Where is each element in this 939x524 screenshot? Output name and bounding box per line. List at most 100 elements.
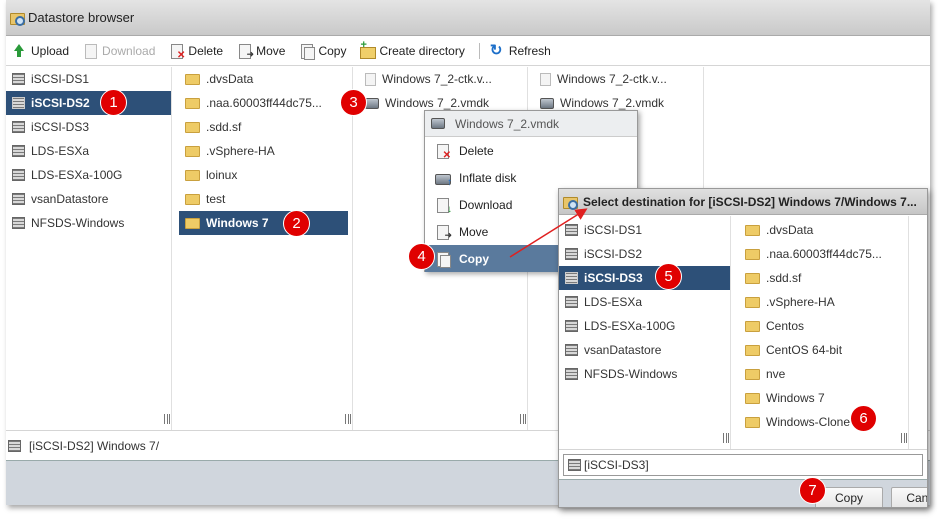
copy-button[interactable]: Copy (299, 43, 346, 60)
datastore-browser-icon (10, 11, 25, 26)
datastore-item-label: iSCSI-DS3 (31, 120, 90, 134)
menu-item-delete[interactable]: Delete (425, 137, 637, 164)
folder-item-label: loinux (206, 168, 238, 182)
datastore-browser-icon (563, 195, 578, 210)
folder-item-label: .dvsData (206, 72, 254, 86)
datastore-item-label: LDS-ESXa (31, 144, 90, 158)
dialog-datastore-item-label: iSCSI-DS2 (584, 247, 643, 261)
menu-item-inflate-disk[interactable]: Inflate disk (425, 164, 637, 191)
refresh-button[interactable]: Refresh (490, 41, 551, 59)
dialog-folder-item-label: nve (766, 367, 786, 381)
dialog-folder-item[interactable]: .naa.60003ff44dc75... (739, 242, 908, 266)
column-resize-handle[interactable] (723, 433, 729, 443)
datastore-icon (565, 272, 578, 284)
datastore-icon (565, 344, 578, 356)
dialog-datastore-item[interactable]: vsanDatastore (559, 338, 730, 362)
folder-icon (745, 344, 760, 356)
move-label: Move (256, 43, 286, 58)
column-resize-handle[interactable] (345, 414, 351, 424)
datastore-item[interactable]: vsanDatastore (6, 187, 171, 211)
datastore-item-label: iSCSI-DS1 (31, 72, 90, 86)
dialog-datastore-item[interactable]: iSCSI-DS3 (559, 266, 730, 290)
file-item[interactable]: Windows 7_2-ctk.v... (359, 67, 527, 91)
folder-item-label: .naa.60003ff44dc75... (206, 96, 322, 110)
datastore-icon (565, 296, 578, 308)
menu-item-label: Move (459, 224, 489, 239)
move-icon (237, 43, 254, 60)
menu-item-label: Delete (459, 143, 494, 158)
dialog-datastore-item[interactable]: iSCSI-DS2 (559, 242, 730, 266)
dialog-folder-item[interactable]: .dvsData (739, 218, 908, 242)
destination-path-field[interactable]: [iSCSI-DS3] (563, 454, 923, 476)
folder-icon (185, 193, 200, 205)
folder-icon (745, 368, 760, 380)
dialog-folder-item[interactable]: CentOS 64-bit (739, 338, 908, 362)
folder-icon (185, 121, 200, 133)
menu-item-label: Copy (459, 251, 489, 266)
dialog-datastore-item[interactable]: LDS-ESXa (559, 290, 730, 314)
dialog-folder-item[interactable]: Windows 7 (739, 386, 908, 410)
dialog-folder-item[interactable]: Centos (739, 314, 908, 338)
file-item[interactable]: Windows 7_2-ctk.v... (534, 67, 703, 91)
column-resize-handle[interactable] (901, 433, 907, 443)
create-directory-button[interactable]: Create directory (360, 39, 465, 59)
datastore-item[interactable]: iSCSI-DS2 (6, 91, 171, 115)
dialog-datastore-item[interactable]: iSCSI-DS1 (559, 218, 730, 242)
folder-item[interactable]: .vSphere-HA (179, 139, 348, 163)
move-button[interactable]: Move (237, 43, 286, 60)
folder-item[interactable]: Windows 7 (179, 211, 348, 235)
dialog-datastore-column: iSCSI-DS1 iSCSI-DS2 iSCSI-DS3 LDS-ESXa LDS-E… (559, 216, 731, 449)
dialog-cancel-button[interactable]: Cancel (891, 487, 927, 507)
column-resize-handle[interactable] (520, 414, 526, 424)
folder-item[interactable]: test (179, 187, 348, 211)
disk-icon (540, 97, 554, 109)
upload-label: Upload (31, 43, 70, 58)
dialog-folder-item-label: CentOS 64-bit (766, 343, 843, 357)
column-resize-handle[interactable] (164, 414, 170, 424)
datastore-icon (565, 224, 578, 236)
delete-button[interactable]: Delete (169, 43, 223, 61)
dialog-folder-item[interactable]: .sdd.sf (739, 266, 908, 290)
folder-item[interactable]: .dvsData (179, 67, 348, 91)
title-bar: Datastore browser (6, 0, 930, 36)
datastore-icon (12, 121, 25, 133)
dialog-title: Select destination for [iSCSI-DS2] Windo… (583, 194, 917, 209)
folder-item[interactable]: .naa.60003ff44dc75... (179, 91, 348, 115)
upload-button[interactable]: Upload (12, 43, 70, 58)
folder-item-label: test (206, 192, 226, 206)
file-item-label: Windows 7_2.vmdk (385, 96, 490, 110)
delete-icon (435, 143, 451, 161)
datastore-item[interactable]: iSCSI-DS1 (6, 67, 171, 91)
folder-item[interactable]: .sdd.sf (179, 115, 348, 139)
folder-icon (185, 145, 200, 157)
dialog-folder-item[interactable]: .vSphere-HA (739, 290, 908, 314)
dialog-datastore-item-label: NFSDS-Windows (584, 367, 678, 381)
datastore-item-label: vsanDatastore (31, 192, 109, 206)
folder-item[interactable]: loinux (179, 163, 348, 187)
folder-item-label: Windows 7 (206, 216, 269, 230)
dialog-folder-item-label: .sdd.sf (766, 271, 802, 285)
datastore-item[interactable]: LDS-ESXa (6, 139, 171, 163)
dialog-datastore-item-label: LDS-ESXa-100G (584, 319, 676, 333)
datastore-item-label: LDS-ESXa-100G (31, 168, 123, 182)
datastore-item[interactable]: NFSDS-Windows (6, 211, 171, 235)
datastore-column: iSCSI-DS1 iSCSI-DS2 iSCSI-DS3 LDS-ESXa LDS-E… (6, 67, 172, 430)
folder-icon (185, 73, 200, 85)
folder-icon (745, 224, 760, 236)
folder-icon (745, 296, 760, 308)
dialog-datastore-item[interactable]: NFSDS-Windows (559, 362, 730, 386)
dialog-folder-item[interactable]: nve (739, 362, 908, 386)
datastore-item[interactable]: LDS-ESXa-100G (6, 163, 171, 187)
dialog-datastore-item-label: vsanDatastore (584, 343, 662, 357)
datastore-icon (12, 169, 25, 181)
copy-icon (299, 43, 316, 60)
datastore-icon (12, 73, 25, 85)
file-icon (540, 72, 551, 86)
dialog-datastore-item[interactable]: LDS-ESXa-100G (559, 314, 730, 338)
datastore-icon (8, 440, 21, 452)
datastore-item[interactable]: iSCSI-DS3 (6, 115, 171, 139)
folder-icon (745, 392, 760, 404)
annotation-badge-6: 6 (850, 405, 877, 432)
dialog-folder-item[interactable]: Windows-Clone (739, 410, 908, 434)
download-button[interactable]: Download (83, 43, 155, 59)
